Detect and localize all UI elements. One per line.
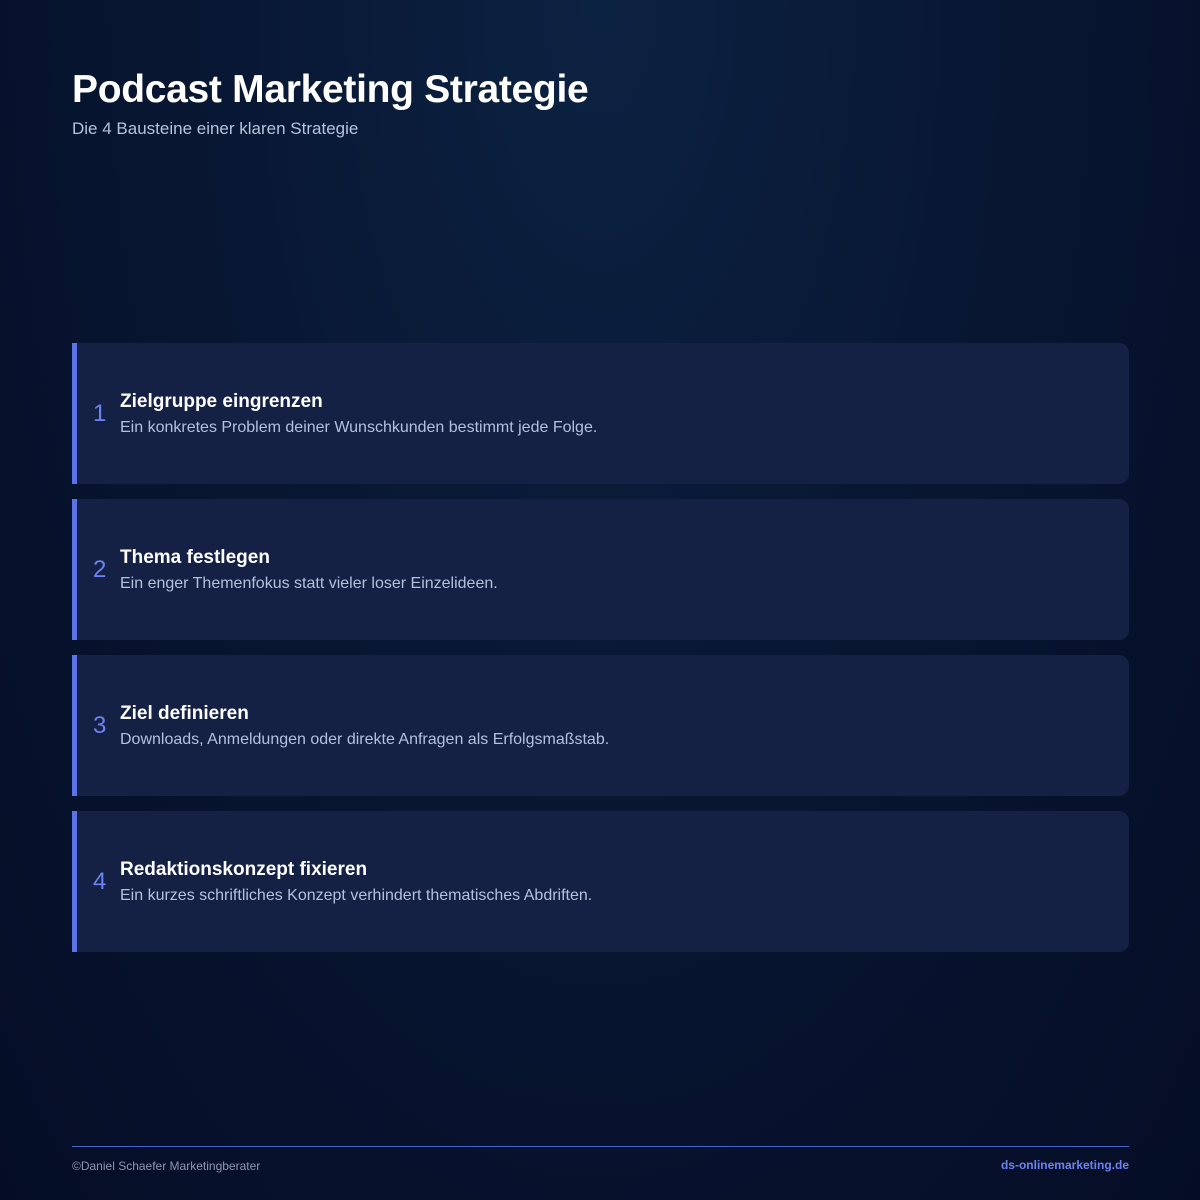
card-title: Zielgruppe eingrenzen	[120, 390, 323, 412]
strategy-card-3: 3 Ziel definieren Downloads, Anmeldungen…	[72, 655, 1129, 796]
strategy-card-4: 4 Redaktionskonzept fixieren Ein kurzes …	[72, 811, 1129, 952]
card-body: Ziel definieren Downloads, Anmeldungen o…	[120, 655, 609, 796]
card-number: 3	[93, 712, 107, 739]
card-title: Ziel definieren	[120, 702, 249, 724]
card-body: Thema festlegen Ein enger Themenfokus st…	[120, 499, 498, 640]
card-number: 2	[93, 556, 107, 583]
card-title: Thema festlegen	[120, 546, 270, 568]
card-body: Zielgruppe eingrenzen Ein konkretes Prob…	[120, 343, 597, 484]
card-number: 4	[93, 868, 107, 895]
card-title: Redaktionskonzept fixieren	[120, 858, 368, 880]
card-number: 1	[93, 400, 107, 427]
card-description: Ein enger Themenfokus statt vieler loser…	[120, 574, 498, 592]
card-body: Redaktionskonzept fixieren Ein kurzes sc…	[120, 811, 592, 952]
card-description: Ein kurzes schriftliches Konzept verhind…	[120, 886, 593, 904]
footer-copyright: ©Daniel Schaefer Marketingberater	[72, 1159, 261, 1173]
card-description: Ein konkretes Problem deiner Wunschkunde…	[120, 418, 598, 436]
footer-website-link[interactable]: ds-onlinemarketing.de	[1001, 1158, 1129, 1172]
header: Podcast Marketing Strategie Die 4 Bauste…	[72, 66, 589, 140]
card-description: Downloads, Anmeldungen oder direkte Anfr…	[120, 730, 610, 748]
strategy-card-1: 1 Zielgruppe eingrenzen Ein konkretes Pr…	[72, 343, 1129, 484]
strategy-card-2: 2 Thema festlegen Ein enger Themenfokus …	[72, 499, 1129, 640]
footer-divider	[72, 1146, 1129, 1147]
page-title: Podcast Marketing Strategie	[72, 68, 589, 111]
page: Podcast Marketing Strategie Die 4 Bauste…	[72, 0, 1129, 1200]
page-subtitle: Die 4 Bausteine einer klaren Strategie	[72, 119, 359, 138]
strategy-card-list: 1 Zielgruppe eingrenzen Ein konkretes Pr…	[72, 343, 1129, 967]
